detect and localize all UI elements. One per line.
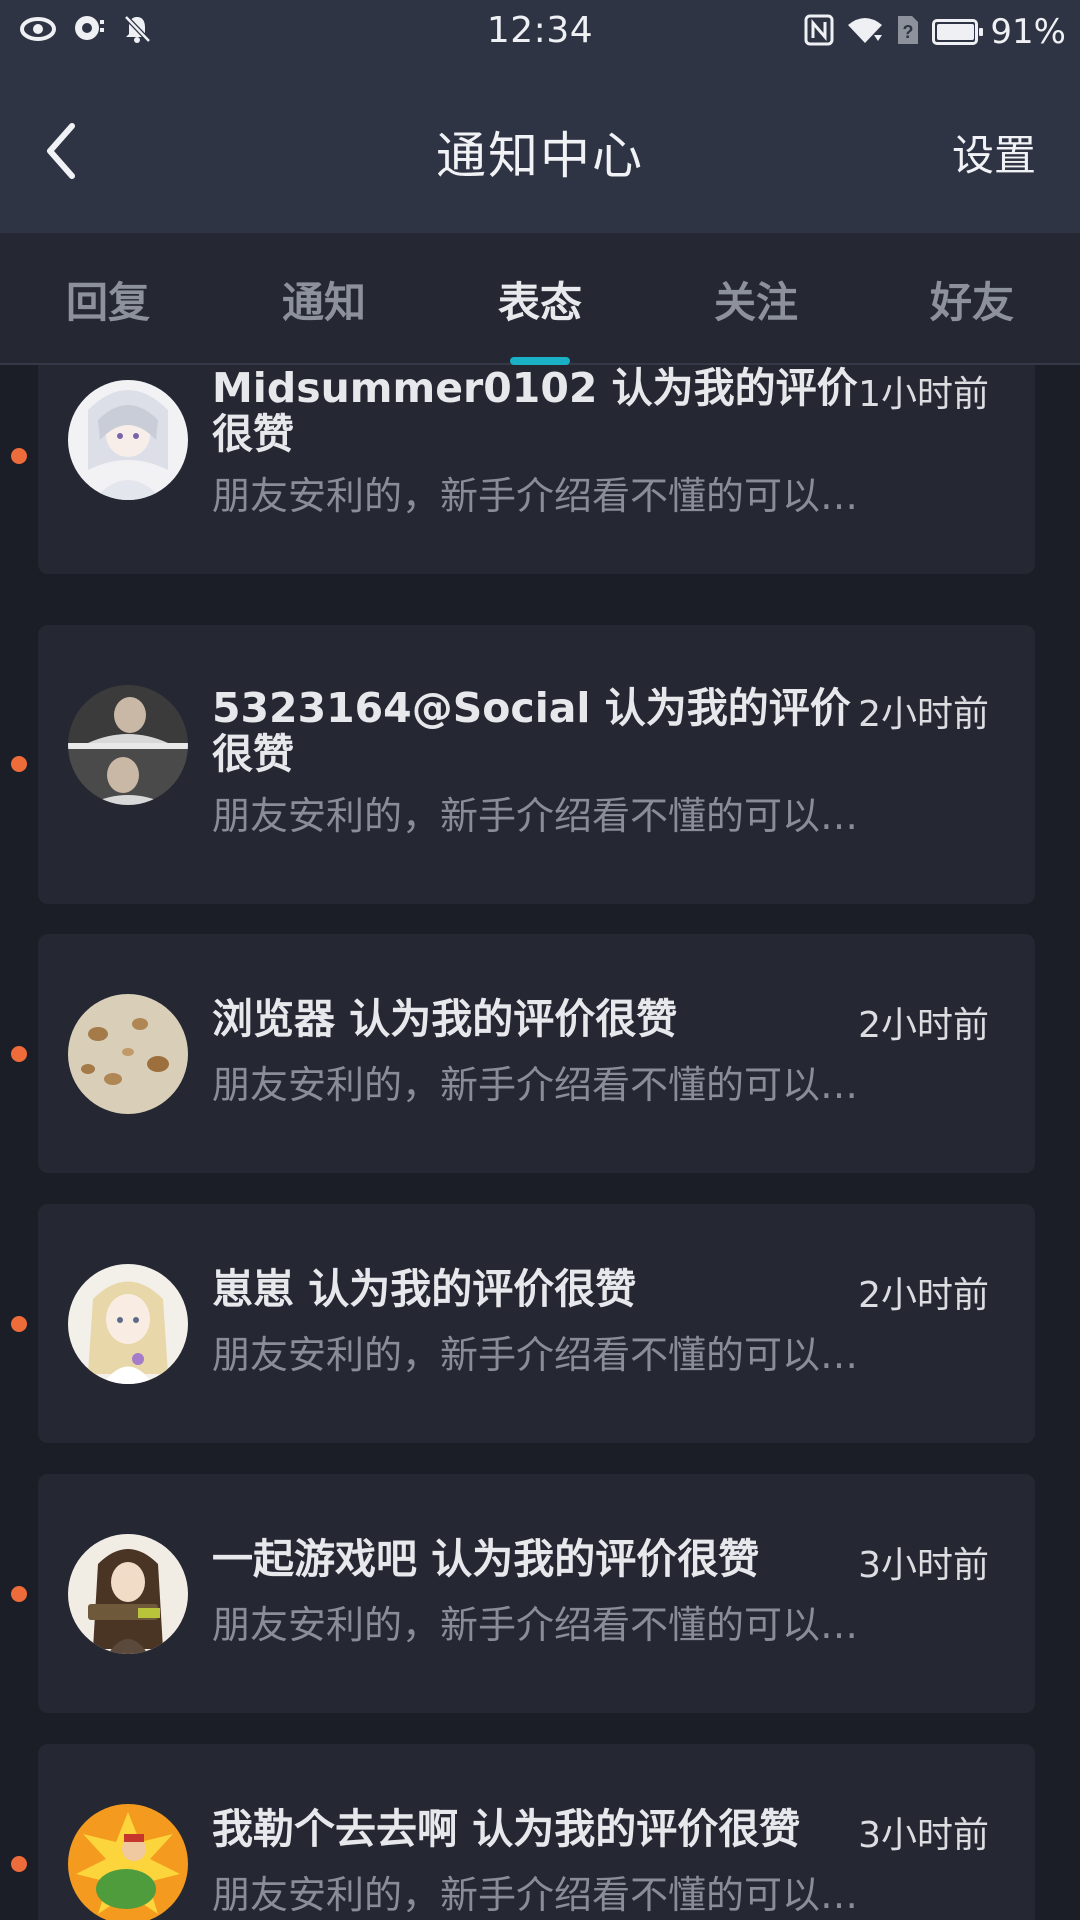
svg-text:?: ? <box>903 22 914 42</box>
list-item[interactable]: 浏览器 认为我的评价很赞 2小时前 朋友安利的，新手介绍看不懂的可以去看论... <box>38 934 1035 1173</box>
unread-dot <box>11 1586 27 1602</box>
avatar <box>68 685 188 805</box>
notification-time: 2小时前 <box>858 694 989 735</box>
notification-title: 5323164@Social 认为我的评价很赞 <box>212 684 851 778</box>
notification-title: Midsummer0102 认为我的评价很赞 <box>212 365 858 458</box>
battery-icon <box>932 19 984 45</box>
notification-time: 3小时前 <box>858 1545 989 1586</box>
unread-dot <box>11 448 27 464</box>
avatar <box>68 1804 188 1920</box>
list-item[interactable]: 我勒个去去啊 认为我的评价很赞 3小时前 朋友安利的，新手介绍看不懂的可以去看论… <box>38 1744 1035 1920</box>
active-tab-indicator <box>510 357 570 365</box>
list-item[interactable]: 一起游戏吧 认为我的评价很赞 3小时前 朋友安利的，新手介绍看不懂的可以去看论.… <box>38 1474 1035 1713</box>
nfc-icon <box>804 14 834 50</box>
status-right-icons: ? 91% <box>804 12 1066 52</box>
notification-title: 一起游戏吧 认为我的评价很赞 <box>212 1535 760 1583</box>
tab-friends[interactable]: 好友 <box>892 269 1052 330</box>
tab-follow[interactable]: 关注 <box>676 269 836 330</box>
app-bar: 通知中心 设置 <box>0 66 1080 233</box>
notification-desc: 朋友安利的，新手介绍看不懂的可以去看论... <box>212 1333 862 1377</box>
status-bar: 12:34 ? 91% <box>0 0 1080 66</box>
avatar <box>68 1534 188 1654</box>
unread-dot <box>11 1316 27 1332</box>
notification-title: 我勒个去去啊 认为我的评价很赞 <box>212 1805 801 1853</box>
notification-desc: 朋友安利的，新手介绍看不懂的可以去看论... <box>212 1873 862 1917</box>
tab-reaction[interactable]: 表态 <box>460 269 620 330</box>
tab-reply[interactable]: 回复 <box>28 269 188 330</box>
avatar <box>68 380 188 500</box>
notification-title: 崽崽 认为我的评价很赞 <box>212 1265 637 1313</box>
list-item[interactable]: Midsummer0102 认为我的评价很赞 1小时前 朋友安利的，新手介绍看不… <box>38 365 1035 574</box>
notification-desc: 朋友安利的，新手介绍看不懂的可以去看论... <box>212 1603 862 1647</box>
wifi-icon <box>846 15 884 49</box>
avatar <box>68 994 188 1114</box>
tab-bar: 回复 通知 表态 关注 好友 <box>0 233 1080 365</box>
notification-time: 2小时前 <box>858 1005 989 1046</box>
settings-button[interactable]: 设置 <box>952 122 1036 183</box>
notification-desc: 朋友安利的，新手介绍看不懂的可以去看论... <box>212 474 862 518</box>
avatar <box>68 1264 188 1384</box>
tab-notice[interactable]: 通知 <box>244 269 404 330</box>
notification-time: 1小时前 <box>858 374 989 415</box>
notification-time: 2小时前 <box>858 1275 989 1316</box>
notification-title: 浏览器 认为我的评价很赞 <box>212 995 678 1043</box>
unread-dot <box>11 1046 27 1062</box>
unread-dot <box>11 1856 27 1872</box>
battery-percent: 91% <box>990 12 1066 52</box>
notification-desc: 朋友安利的，新手介绍看不懂的可以去看论... <box>212 1063 862 1107</box>
list-item[interactable]: 崽崽 认为我的评价很赞 2小时前 朋友安利的，新手介绍看不懂的可以去看论... <box>38 1204 1035 1443</box>
unread-dot <box>11 756 27 772</box>
page-title: 通知中心 <box>436 127 644 185</box>
notification-list[interactable]: Midsummer0102 认为我的评价很赞 1小时前 朋友安利的，新手介绍看不… <box>0 365 1080 1920</box>
notification-desc: 朋友安利的，新手介绍看不懂的可以去看论... <box>212 794 862 838</box>
list-item[interactable]: 5323164@Social 认为我的评价很赞 2小时前 朋友安利的，新手介绍看… <box>38 625 1035 904</box>
notification-time: 3小时前 <box>858 1815 989 1856</box>
no-sim-icon: ? <box>896 14 920 50</box>
